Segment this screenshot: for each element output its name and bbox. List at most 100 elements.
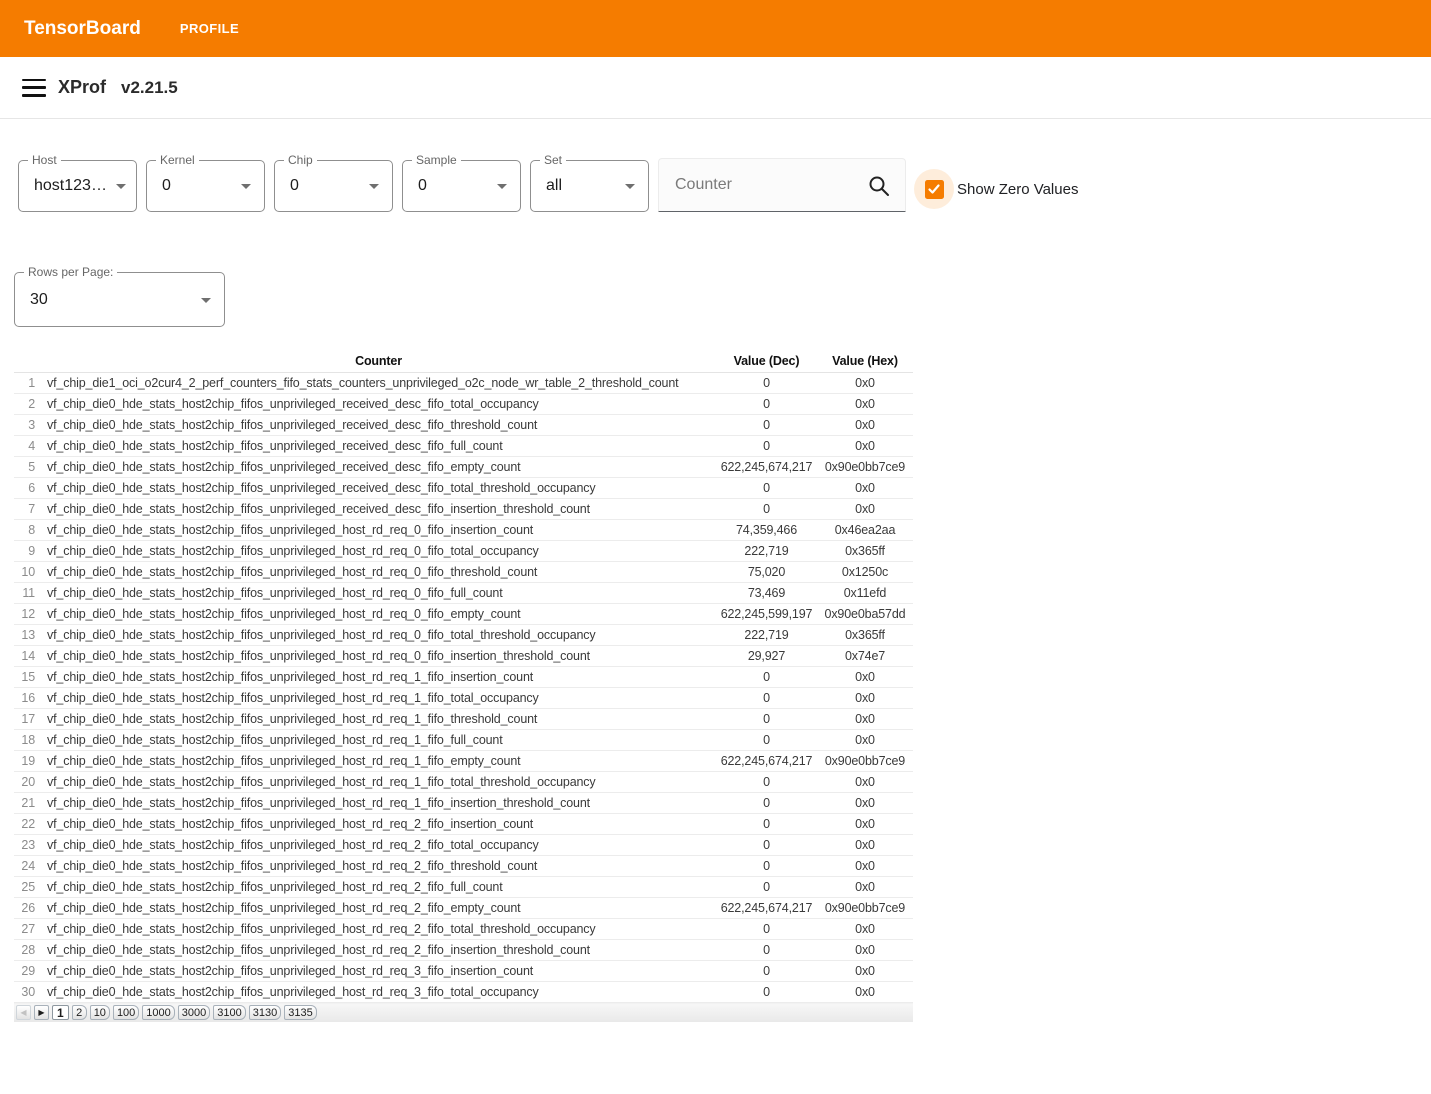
table-row[interactable]: 13 vf_chip_die0_hde_stats_host2chip_fifo… xyxy=(14,624,913,645)
value-dec-cell: 74,359,466 xyxy=(716,519,817,540)
value-hex-cell: 0x0 xyxy=(817,666,913,687)
table-row[interactable]: 19 vf_chip_die0_hde_stats_host2chip_fifo… xyxy=(14,750,913,771)
table-row[interactable]: 5 vf_chip_die0_hde_stats_host2chip_fifos… xyxy=(14,456,913,477)
table-row[interactable]: 27 vf_chip_die0_hde_stats_host2chip_fifo… xyxy=(14,918,913,939)
page-button-3100[interactable]: 3100 xyxy=(213,1005,245,1020)
value-hex-cell: 0x0 xyxy=(817,435,913,456)
page-button-1000[interactable]: 1000 xyxy=(142,1005,174,1020)
page-button-1[interactable]: 1 xyxy=(52,1005,69,1020)
table-row[interactable]: 20 vf_chip_die0_hde_stats_host2chip_fifo… xyxy=(14,771,913,792)
row-number: 4 xyxy=(14,435,41,456)
page-button-3135[interactable]: 3135 xyxy=(284,1005,316,1020)
table-row[interactable]: 1 vf_chip_die1_oci_o2cur4_2_perf_counter… xyxy=(14,372,913,393)
row-number: 27 xyxy=(14,918,41,939)
table-row[interactable]: 16 vf_chip_die0_hde_stats_host2chip_fifo… xyxy=(14,687,913,708)
page-button-2[interactable]: 2 xyxy=(72,1005,87,1020)
row-number: 19 xyxy=(14,750,41,771)
value-hex-cell: 0x0 xyxy=(817,981,913,1002)
search-icon[interactable] xyxy=(867,174,891,203)
table-row[interactable]: 9 vf_chip_die0_hde_stats_host2chip_fifos… xyxy=(14,540,913,561)
row-number: 30 xyxy=(14,981,41,1002)
row-number: 28 xyxy=(14,939,41,960)
tensorboard-logo: TensorBoard xyxy=(24,18,141,40)
value-dec-cell: 0 xyxy=(716,435,817,456)
value-hex-cell: 0x365ff xyxy=(817,624,913,645)
value-hex-cell: 0x1250c xyxy=(817,561,913,582)
table-row[interactable]: 4 vf_chip_die0_hde_stats_host2chip_fifos… xyxy=(14,435,913,456)
chevron-down-icon xyxy=(369,184,379,189)
show-zero-values-control: Show Zero Values xyxy=(914,169,1078,209)
page-button-3130[interactable]: 3130 xyxy=(249,1005,281,1020)
value-dec-cell: 73,469 xyxy=(716,582,817,603)
host-select[interactable]: Host host123… xyxy=(18,160,137,212)
row-number: 12 xyxy=(14,603,41,624)
page-button-100[interactable]: 100 xyxy=(113,1005,139,1020)
table-row[interactable]: 26 vf_chip_die0_hde_stats_host2chip_fifo… xyxy=(14,897,913,918)
version-label: v2.21.5 xyxy=(121,78,178,98)
table-row[interactable]: 25 vf_chip_die0_hde_stats_host2chip_fifo… xyxy=(14,876,913,897)
page-prev-button[interactable]: ◀ xyxy=(16,1005,31,1020)
show-zero-values-checkbox[interactable] xyxy=(914,169,954,209)
counter-name-cell: vf_chip_die0_hde_stats_host2chip_fifos_u… xyxy=(41,855,716,876)
table-row[interactable]: 7 vf_chip_die0_hde_stats_host2chip_fifos… xyxy=(14,498,913,519)
table-row[interactable]: 10 vf_chip_die0_hde_stats_host2chip_fifo… xyxy=(14,561,913,582)
counter-header[interactable]: Counter xyxy=(41,351,716,372)
value-dec-cell: 0 xyxy=(716,708,817,729)
value-dec-cell: 0 xyxy=(716,918,817,939)
tab-profile[interactable]: PROFILE xyxy=(170,0,249,57)
counter-name-cell: vf_chip_die0_hde_stats_host2chip_fifos_u… xyxy=(41,729,716,750)
host-select-value: host123… xyxy=(34,161,107,211)
table-row[interactable]: 22 vf_chip_die0_hde_stats_host2chip_fifo… xyxy=(14,813,913,834)
table-row[interactable]: 3 vf_chip_die0_hde_stats_host2chip_fifos… xyxy=(14,414,913,435)
page-next-button[interactable]: ▶ xyxy=(34,1005,49,1020)
value-dec-cell: 0 xyxy=(716,771,817,792)
table-row[interactable]: 11 vf_chip_die0_hde_stats_host2chip_fifo… xyxy=(14,582,913,603)
row-number: 7 xyxy=(14,498,41,519)
chip-select[interactable]: Chip 0 xyxy=(274,160,393,212)
table-row[interactable]: 24 vf_chip_die0_hde_stats_host2chip_fifo… xyxy=(14,855,913,876)
table-header-row: Counter Value (Dec) Value (Hex) xyxy=(14,351,913,372)
chevron-left-icon: ◀ xyxy=(20,1008,26,1017)
chevron-down-icon xyxy=(241,184,251,189)
table-row[interactable]: 29 vf_chip_die0_hde_stats_host2chip_fifo… xyxy=(14,960,913,981)
value-dec-cell: 0 xyxy=(716,414,817,435)
table-row[interactable]: 21 vf_chip_die0_hde_stats_host2chip_fifo… xyxy=(14,792,913,813)
table-row[interactable]: 6 vf_chip_die0_hde_stats_host2chip_fifos… xyxy=(14,477,913,498)
table-row[interactable]: 2 vf_chip_die0_hde_stats_host2chip_fifos… xyxy=(14,393,913,414)
counter-search-input[interactable]: Counter xyxy=(658,158,906,212)
sample-select[interactable]: Sample 0 xyxy=(402,160,521,212)
checkbox-checked-icon xyxy=(925,180,944,199)
table-row[interactable]: 23 vf_chip_die0_hde_stats_host2chip_fifo… xyxy=(14,834,913,855)
page-button-3000[interactable]: 3000 xyxy=(178,1005,210,1020)
table-row[interactable]: 17 vf_chip_die0_hde_stats_host2chip_fifo… xyxy=(14,708,913,729)
table-row[interactable]: 14 vf_chip_die0_hde_stats_host2chip_fifo… xyxy=(14,645,913,666)
kernel-select[interactable]: Kernel 0 xyxy=(146,160,265,212)
value-dec-cell: 622,245,674,217 xyxy=(716,750,817,771)
set-select[interactable]: Set all xyxy=(530,160,649,212)
table-row[interactable]: 28 vf_chip_die0_hde_stats_host2chip_fifo… xyxy=(14,939,913,960)
counter-name-cell: vf_chip_die0_hde_stats_host2chip_fifos_u… xyxy=(41,981,716,1002)
table-row[interactable]: 12 vf_chip_die0_hde_stats_host2chip_fifo… xyxy=(14,603,913,624)
rows-per-page-select[interactable]: Rows per Page: 30 xyxy=(14,272,225,327)
table-row[interactable]: 30 vf_chip_die0_hde_stats_host2chip_fifo… xyxy=(14,981,913,1002)
value-hex-header[interactable]: Value (Hex) xyxy=(817,351,913,372)
counter-name-cell: vf_chip_die0_hde_stats_host2chip_fifos_u… xyxy=(41,582,716,603)
value-dec-cell: 0 xyxy=(716,666,817,687)
value-dec-cell: 29,927 xyxy=(716,645,817,666)
row-number: 26 xyxy=(14,897,41,918)
counter-name-cell: vf_chip_die0_hde_stats_host2chip_fifos_u… xyxy=(41,498,716,519)
row-number: 5 xyxy=(14,456,41,477)
table-row[interactable]: 15 vf_chip_die0_hde_stats_host2chip_fifo… xyxy=(14,666,913,687)
hamburger-menu-icon[interactable] xyxy=(22,79,46,97)
page-button-10[interactable]: 10 xyxy=(90,1005,110,1020)
table-row[interactable]: 18 vf_chip_die0_hde_stats_host2chip_fifo… xyxy=(14,729,913,750)
value-dec-header[interactable]: Value (Dec) xyxy=(716,351,817,372)
value-hex-cell: 0x0 xyxy=(817,960,913,981)
counter-name-cell: vf_chip_die0_hde_stats_host2chip_fifos_u… xyxy=(41,771,716,792)
value-hex-cell: 0x11efd xyxy=(817,582,913,603)
xprof-toolbar: XProf v2.21.5 xyxy=(0,57,1431,119)
counter-name-cell: vf_chip_die0_hde_stats_host2chip_fifos_u… xyxy=(41,897,716,918)
table-row[interactable]: 8 vf_chip_die0_hde_stats_host2chip_fifos… xyxy=(14,519,913,540)
counter-name-cell: vf_chip_die0_hde_stats_host2chip_fifos_u… xyxy=(41,834,716,855)
value-hex-cell: 0x0 xyxy=(817,708,913,729)
